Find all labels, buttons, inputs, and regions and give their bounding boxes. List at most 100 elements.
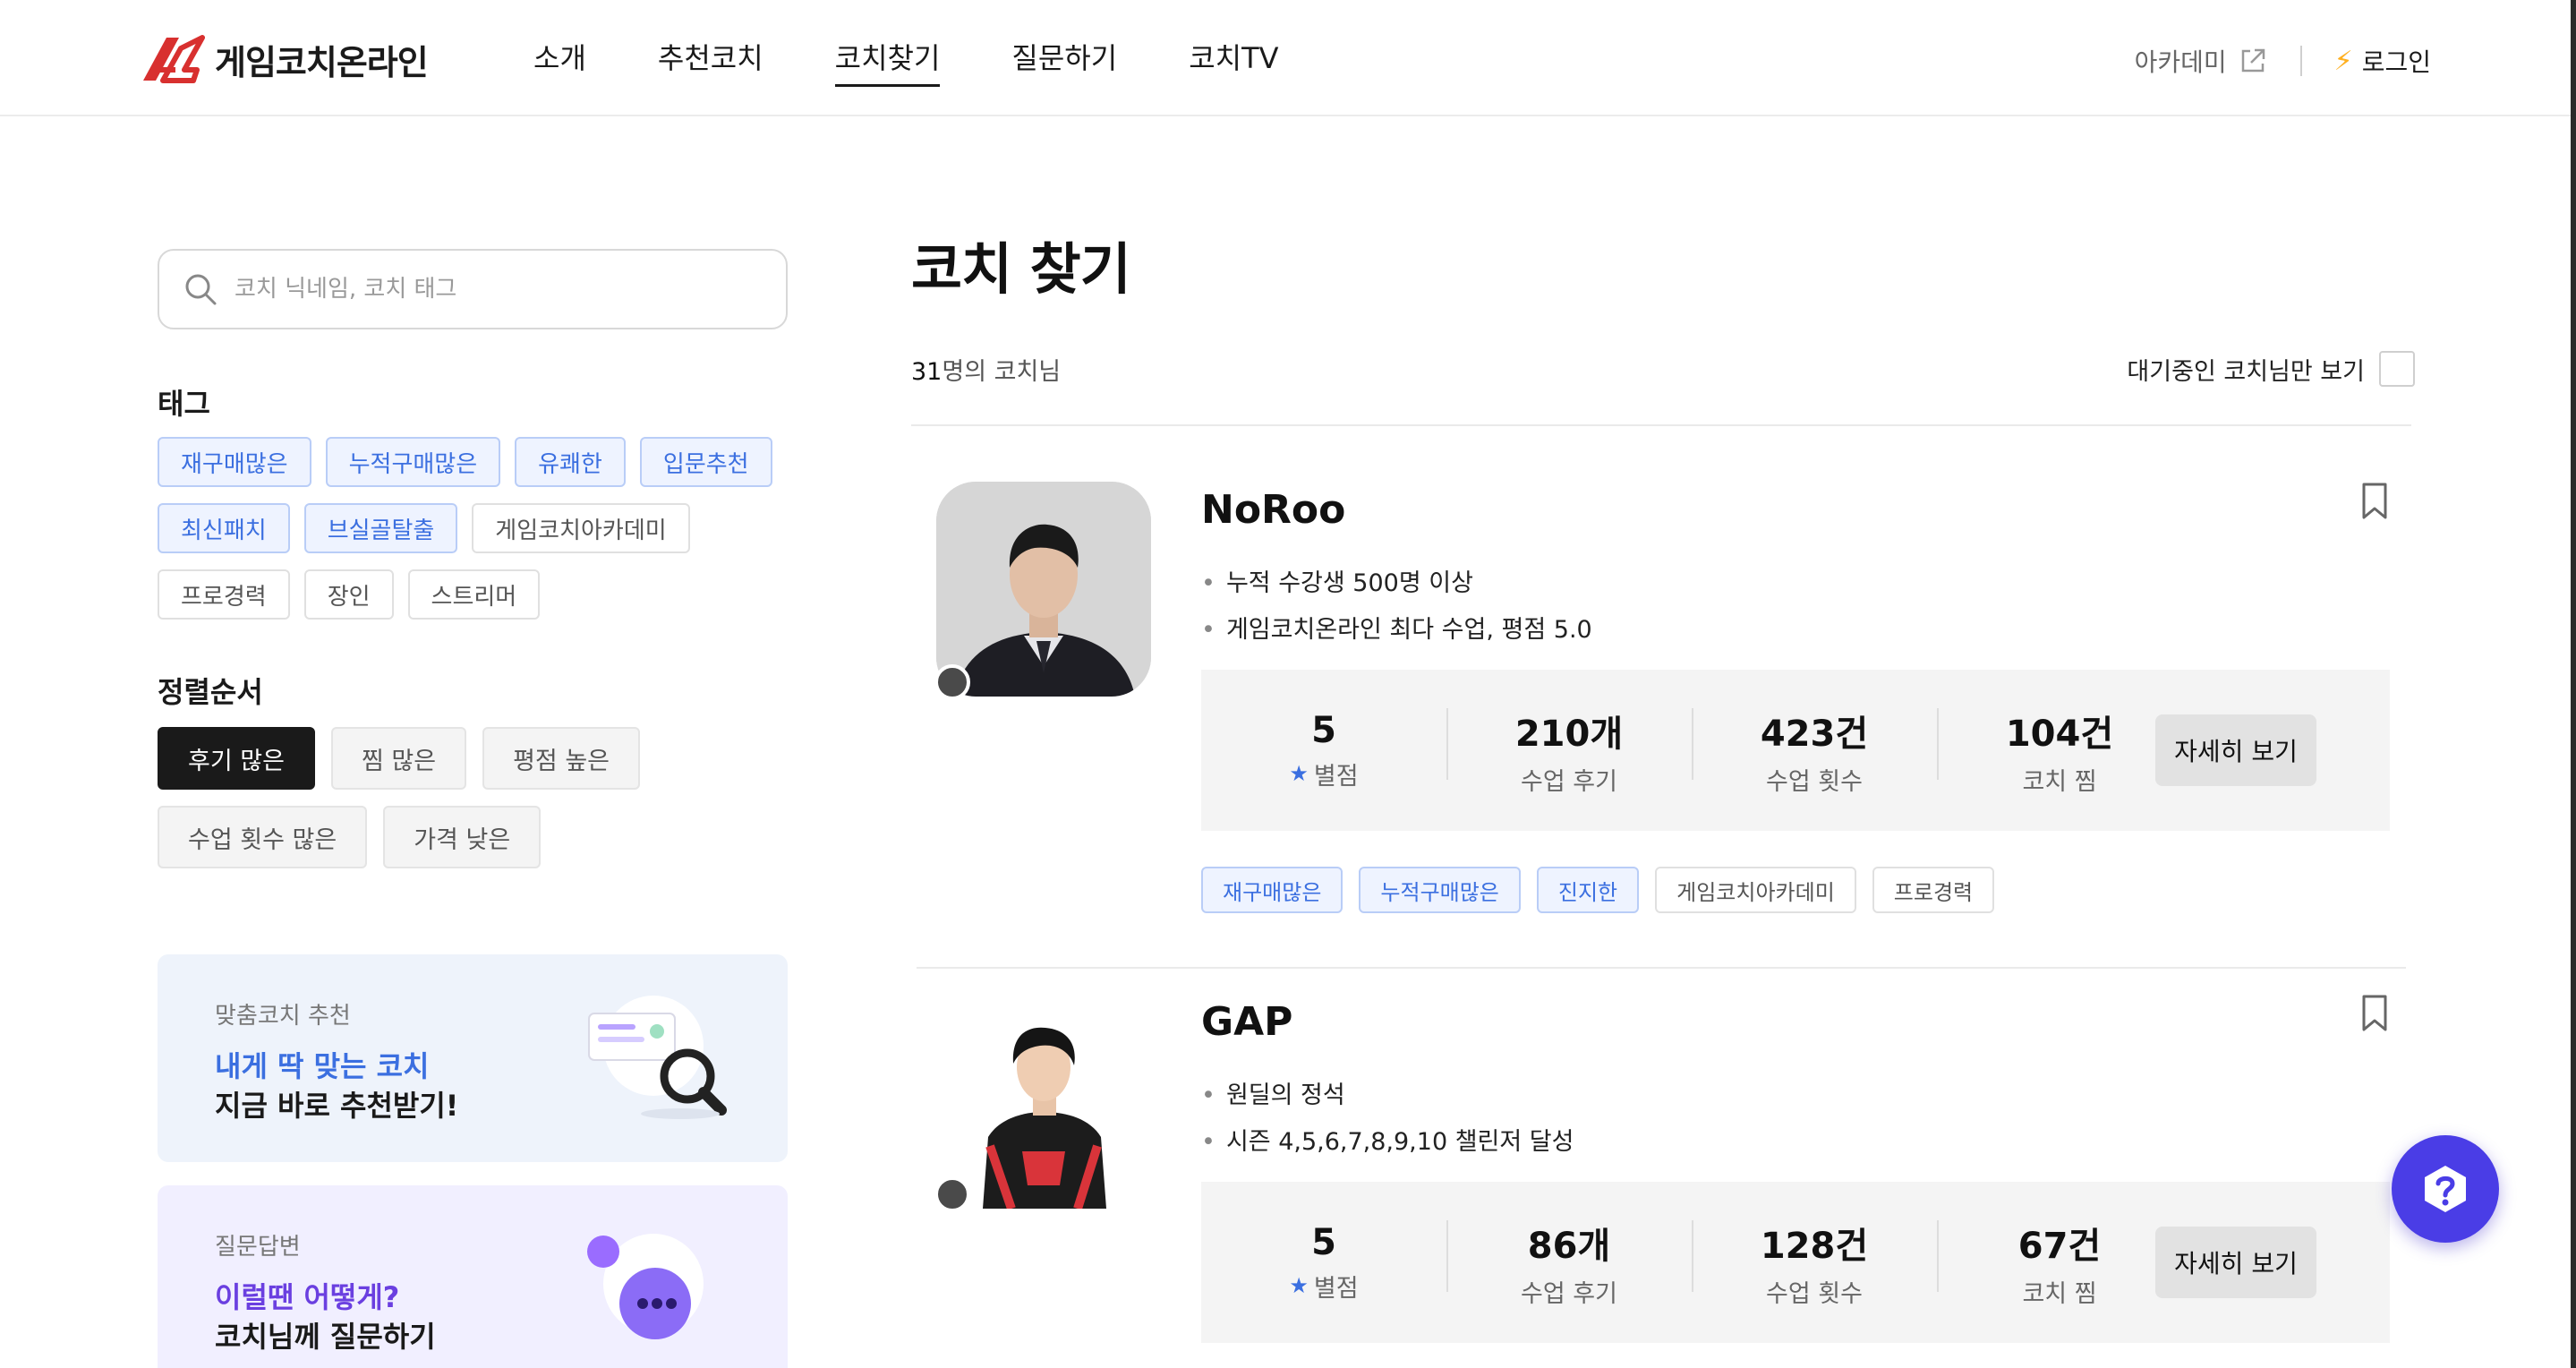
academy-label: 아카데미 — [2134, 47, 2227, 77]
online-status-dot — [934, 664, 970, 700]
tag-filter[interactable]: 브실골탈출 — [303, 503, 458, 553]
bookmark-icon[interactable] — [2359, 994, 2390, 1033]
sort-heading: 정렬순서 — [158, 675, 263, 709]
sort-options: 후기 많은 찜 많은 평점 높은 수업 횟수 많은 가격 낮은 — [158, 727, 802, 868]
coach-name[interactable]: NoRoo — [1201, 487, 1345, 533]
promo-kicker: 질문답변 — [215, 1234, 301, 1261]
top-header: 게임코치온라인 소개 추천코치 코치찾기 질문하기 코치TV 아카데미 ⚡ 로그… — [0, 0, 2576, 116]
stat-label-row: ★ 별점 — [1201, 757, 1446, 791]
coach-stats: 5 ★ 별점 86개 수업 후기 128건 수업 횟수 67건 코치 찜 자세히 … — [1201, 1182, 2390, 1343]
tag-filter[interactable]: 재구매많은 — [158, 437, 311, 487]
help-fab-button[interactable] — [2392, 1135, 2499, 1243]
nav-intro[interactable]: 소개 — [533, 36, 586, 87]
lightning-icon: ⚡ — [2333, 45, 2353, 77]
stat-label-row: ★ 별점 — [1201, 1269, 1446, 1304]
coach-avatar[interactable] — [936, 994, 1151, 1209]
promo-kicker: 맞춤코치 추천 — [215, 1003, 351, 1030]
filter-sidebar: 태그 재구매많은 누적구매많은 유쾌한 입문추천 최신패치 브실골탈출 게임코치… — [158, 249, 788, 1368]
stat-label: 별점 — [1313, 1274, 1359, 1303]
brand-name: 게임코치온라인 — [215, 42, 429, 82]
coach-description: 원딜의 정석 시즌 4,5,6,7,8,9,10 챌린저 달성 — [1201, 1073, 1574, 1166]
stat-label: 수업 후기 — [1521, 767, 1617, 796]
sort-most-lessons[interactable]: 수업 횟수 많은 — [158, 806, 368, 868]
tag-filter[interactable]: 최신패치 — [158, 503, 290, 553]
stat-value: 67건 — [2017, 1225, 2102, 1267]
sort-lowest-price[interactable]: 가격 낮은 — [383, 806, 542, 868]
stat-label: 코치 찜 — [2022, 1279, 2097, 1308]
coach-stats: 5 ★ 별점 210개 수업 후기 423건 수업 횟수 104건 코치 찜 자세… — [1201, 670, 2390, 831]
search-icon — [185, 274, 217, 305]
stat-value: 210개 — [1514, 713, 1624, 755]
stat-label: 별점 — [1313, 762, 1359, 791]
stat-value: 5 — [1311, 709, 1336, 751]
recommend-coach-banner[interactable]: 맞춤코치 추천 내게 딱 맞는 코치 지금 바로 추천받기! — [158, 954, 788, 1162]
tag-filter[interactable]: 장인 — [303, 569, 394, 620]
nav-ask-question[interactable]: 질문하기 — [1011, 36, 1117, 87]
nav-find-coach[interactable]: 코치찾기 — [834, 36, 941, 87]
chat-bubble-illustration-icon — [587, 1234, 704, 1339]
coach-name[interactable]: GAP — [1201, 999, 1292, 1045]
waiting-filter-toggle[interactable]: 대기중인 코치님만 보기 — [2127, 351, 2415, 387]
header-divider — [2299, 46, 2302, 76]
coach-desc-line: 시즌 4,5,6,7,8,9,10 챌린저 달성 — [1201, 1119, 1574, 1166]
list-divider — [911, 424, 2411, 426]
waiting-filter-checkbox[interactable] — [2379, 351, 2415, 387]
coach-count: 31명의 코치님 — [911, 352, 1061, 387]
stat-value: 104건 — [2005, 713, 2114, 755]
nav-coach-tv[interactable]: 코치TV — [1189, 36, 1278, 87]
coach-search-input[interactable] — [235, 276, 736, 303]
coach-tag[interactable]: 게임코치아카데미 — [1655, 867, 1856, 913]
coach-tag[interactable]: 재구매많은 — [1201, 867, 1343, 913]
sort-highest-rating[interactable]: 평점 높은 — [482, 727, 641, 790]
login-label: 로그인 — [2361, 47, 2431, 77]
stat-bookmarks: 67건 코치 찜 — [1937, 1217, 2182, 1309]
tag-filter[interactable]: 게임코치아카데미 — [472, 503, 690, 553]
view-details-button[interactable]: 자세히 보기 — [2155, 1227, 2316, 1298]
coach-tag[interactable]: 진지한 — [1536, 867, 1640, 913]
stat-label: 코치 찜 — [2022, 767, 2097, 796]
nav-recommended-coach[interactable]: 추천코치 — [658, 36, 763, 87]
page-title: 코치 찾기 — [911, 236, 1131, 302]
tag-filter[interactable]: 유쾌한 — [515, 437, 626, 487]
card-divider — [917, 967, 2406, 969]
results-row: 31명의 코치님 대기중인 코치님만 보기 — [911, 351, 2415, 387]
stat-reviews: 86개 수업 후기 — [1446, 1217, 1692, 1309]
coach-count-suffix: 명의 코치님 — [942, 357, 1062, 386]
star-icon: ★ — [1289, 761, 1309, 786]
stat-bookmarks: 104건 코치 찜 — [1937, 705, 2182, 797]
coach-tag[interactable]: 프로경력 — [1872, 867, 1995, 913]
coach-card: GAP 원딜의 정석 시즌 4,5,6,7,8,9,10 챌린저 달성 5 ★별… — [911, 994, 2411, 1368]
tag-list: 재구매많은 누적구매많은 유쾌한 입문추천 최신패치 브실골탈출 게임코치아카데… — [158, 437, 802, 620]
bookmark-icon[interactable] — [2359, 482, 2390, 521]
coach-avatar[interactable] — [936, 482, 1151, 697]
coach-count-number: 31 — [911, 357, 943, 386]
promo-subheadline: 코치님께 질문하기 — [215, 1320, 436, 1354]
stat-lessons: 128건 수업 횟수 — [1692, 1217, 1937, 1309]
coach-photo-icon — [936, 994, 1151, 1209]
login-button[interactable]: ⚡ 로그인 — [2334, 43, 2431, 79]
online-status-dot — [934, 1176, 970, 1212]
ask-question-banner[interactable]: 질문답변 이럴땐 어떻게? 코치님께 질문하기 — [158, 1185, 788, 1368]
waiting-filter-label: 대기중인 코치님만 보기 — [2127, 357, 2365, 386]
view-details-button[interactable]: 자세히 보기 — [2155, 714, 2316, 786]
coach-tag[interactable]: 누적구매많은 — [1359, 867, 1521, 913]
coach-search-box — [158, 249, 788, 329]
tag-filter[interactable]: 스트리머 — [407, 569, 541, 620]
tag-filter[interactable]: 프로경력 — [158, 569, 290, 620]
coach-desc-line: 게임코치온라인 최다 수업, 평점 5.0 — [1201, 607, 1592, 654]
main-nav: 소개 추천코치 코치찾기 질문하기 코치TV — [533, 36, 1279, 87]
academy-link[interactable]: 아카데미 — [2135, 43, 2268, 79]
promo-subheadline: 지금 바로 추천받기! — [215, 1089, 459, 1123]
tags-heading: 태그 — [158, 387, 210, 421]
stat-value: 128건 — [1760, 1225, 1869, 1267]
tag-filter[interactable]: 누적구매많은 — [325, 437, 501, 487]
external-link-icon — [2241, 48, 2265, 73]
sort-most-reviews[interactable]: 후기 많은 — [158, 727, 315, 790]
stat-value: 5 — [1311, 1221, 1336, 1263]
coach-card: NoRoo 누적 수강생 500명 이상 게임코치온라인 최다 수업, 평점 5… — [911, 482, 2411, 994]
sort-most-bookmarked[interactable]: 찜 많은 — [330, 727, 467, 790]
brand-logo[interactable]: 게임코치온라인 — [140, 34, 429, 84]
stat-rating: 5 ★ 별점 — [1201, 710, 1446, 791]
tag-filter[interactable]: 입문추천 — [639, 437, 772, 487]
window-scrollbar[interactable] — [2571, 0, 2576, 1368]
